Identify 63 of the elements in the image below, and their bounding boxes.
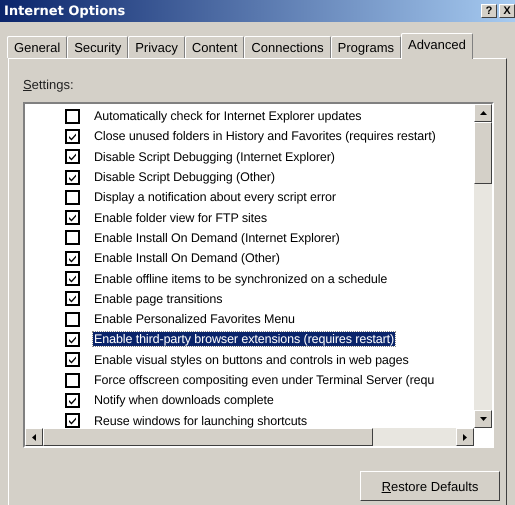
checkbox[interactable]: [65, 291, 80, 306]
tab[interactable]: Content: [184, 36, 244, 58]
tab[interactable]: Connections: [244, 36, 331, 58]
setting-item[interactable]: Enable Install On Demand (Internet Explorer): [93, 230, 341, 245]
check-icon: [68, 334, 77, 344]
check-icon: [68, 132, 77, 141]
checkbox[interactable]: [65, 190, 80, 205]
checkbox[interactable]: [65, 332, 80, 347]
scroll-left-icon[interactable]: [25, 428, 43, 446]
tab[interactable]: General: [7, 36, 68, 58]
setting-item[interactable]: Disable Script Debugging (Internet Explorer): [93, 150, 336, 164]
check-icon: [68, 396, 77, 405]
check-icon: [68, 294, 77, 304]
setting-item[interactable]: Notify when downloads complete: [93, 393, 275, 408]
checkbox[interactable]: [65, 170, 80, 185]
checkbox[interactable]: [65, 149, 80, 164]
setting-item[interactable]: Disable Script Debugging (Other): [93, 170, 276, 184]
checkbox[interactable]: [65, 312, 80, 327]
checkbox[interactable]: [65, 392, 80, 408]
checkbox[interactable]: [65, 128, 80, 144]
check-icon: [68, 416, 77, 426]
checkbox[interactable]: [65, 413, 80, 428]
setting-item[interactable]: Display a notification about every script error: [93, 190, 337, 204]
tab[interactable]: Privacy: [128, 36, 185, 58]
scroll-up-icon[interactable]: [474, 104, 492, 122]
checkbox[interactable]: [65, 210, 80, 226]
scroll-thumb[interactable]: [43, 428, 373, 446]
setting-item[interactable]: Enable folder view for FTP sites: [93, 210, 268, 225]
setting-item[interactable]: Enable Install On Demand (Other): [93, 251, 281, 266]
tab[interactable]: Security: [67, 36, 128, 58]
check-icon: [68, 355, 77, 364]
checkbox[interactable]: [65, 372, 80, 388]
check-icon: [68, 274, 77, 284]
checkbox[interactable]: [65, 352, 80, 368]
check-icon: [68, 254, 77, 263]
window-title: Internet Options: [4, 4, 126, 18]
horizontal-scrollbar[interactable]: [25, 428, 474, 446]
setting-item[interactable]: Enable offline items to be synchronized on a schedule: [93, 272, 388, 286]
checkbox[interactable]: [65, 271, 80, 286]
check-icon: [68, 213, 77, 222]
restore-defaults-button[interactable]: Restore Defaults: [360, 471, 500, 501]
checkbox[interactable]: [65, 108, 80, 124]
check-icon: [68, 172, 77, 182]
setting-item[interactable]: Automatically check for Internet Explorer updates: [93, 109, 362, 124]
setting-item[interactable]: Enable third-party browser extensions (requires restart): [93, 332, 396, 346]
check-icon: [68, 152, 77, 162]
scroll-thumb[interactable]: [474, 122, 492, 184]
tab[interactable]: Advanced: [401, 33, 473, 59]
setting-item[interactable]: Force offscreen compositing even under Terminal Server (requ: [93, 373, 436, 387]
setting-item[interactable]: Enable page transitions: [93, 292, 224, 306]
close-button[interactable]: X: [499, 4, 515, 18]
scroll-down-icon[interactable]: [474, 410, 492, 428]
help-button[interactable]: ?: [481, 4, 497, 18]
tab[interactable]: Programs: [330, 36, 402, 58]
setting-item[interactable]: Enable visual styles on buttons and controls in web pages: [93, 352, 410, 367]
checkbox[interactable]: [65, 250, 80, 266]
scroll-right-icon[interactable]: [456, 428, 474, 446]
vertical-scrollbar[interactable]: [474, 104, 492, 428]
setting-item[interactable]: Enable Personalized Favorites Menu: [93, 312, 296, 326]
checkbox[interactable]: [65, 230, 80, 246]
setting-item[interactable]: Close unused folders in History and Favorites (requires restart): [93, 129, 437, 144]
settings-label: Settings:: [23, 77, 74, 92]
setting-item[interactable]: Reuse windows for launching shortcuts: [93, 414, 308, 428]
